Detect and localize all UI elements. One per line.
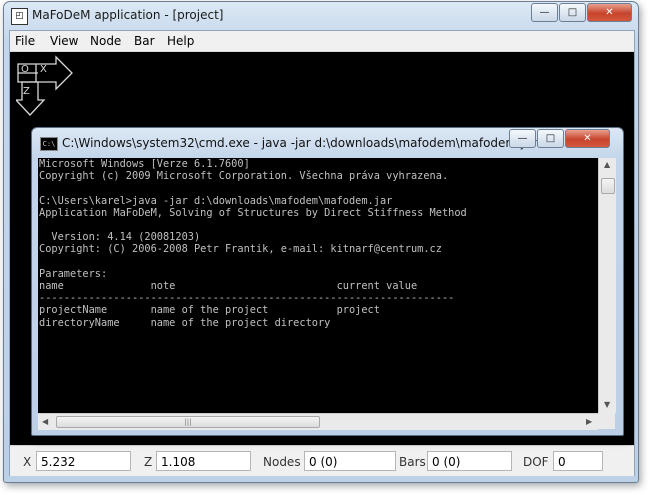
axis-o-label: O [21,64,29,75]
console-close-button[interactable]: ✕ [565,129,610,148]
menu-file[interactable]: File [15,34,35,48]
status-z-label: Z [144,455,153,469]
console-maximize-button[interactable]: □ [537,129,564,148]
status-nodes-field: 0 (0) [304,451,396,471]
console-minimize-button[interactable]: — [509,129,536,148]
menu-bar: File View Node Bar Help [10,31,634,52]
console-text: Microsoft Windows [Verze 6.1.7600] Copyr… [39,158,467,329]
console-horizontal-scrollbar[interactable]: ◀ ||| ▶ [38,413,598,430]
status-bars-field: 0 (0) [427,451,512,471]
maximize-button[interactable]: □ [559,3,586,22]
axis-z-label: Z [23,86,30,97]
menu-help[interactable]: Help [167,34,194,48]
axis-orientation-icon: O X Z [16,55,73,116]
console-output[interactable]: Microsoft Windows [Verze 6.1.7600] Copyr… [38,158,598,413]
status-x-field: 5.232 [36,451,131,471]
status-bars-label: Bars [399,455,426,469]
window-title: MaFoDeM application - [project] [32,8,224,22]
console-icon[interactable]: C:\ [40,137,58,151]
title-bar[interactable]: ◰ MaFoDeM application - [project] — □ ✕ [4,2,638,30]
horizontal-scroll-thumb[interactable]: ||| [56,416,320,428]
scroll-up-icon[interactable]: ▲ [604,160,610,169]
vertical-scroll-thumb[interactable] [601,178,615,194]
axis-x-label: X [40,64,47,75]
menu-node[interactable]: Node [90,34,121,48]
status-x-label: X [23,455,32,469]
menu-bar[interactable]: Bar [134,34,155,48]
close-button[interactable]: ✕ [587,3,632,22]
scroll-right-icon[interactable]: ▶ [586,417,592,426]
scroll-down-icon[interactable]: ▼ [604,400,610,409]
console-vertical-scrollbar[interactable]: ▲ ▼ [598,158,616,413]
status-dof-label: DOF [523,455,549,469]
app-icon[interactable]: ◰ [11,8,28,25]
resize-grip[interactable] [598,413,615,429]
console-title: C:\Windows\system32\cmd.exe - java -jar … [62,136,537,150]
menu-view[interactable]: View [50,34,78,48]
scroll-left-icon[interactable]: ◀ [42,417,48,426]
status-z-field: 1.108 [156,451,251,471]
status-nodes-label: Nodes [263,455,301,469]
status-dof-field: 0 [553,451,603,471]
console-window: C:\ C:\Windows\system32\cmd.exe - java -… [31,127,624,436]
minimize-button[interactable]: — [531,3,558,22]
status-bar: X 5.232 Z 1.108 Nodes 0 (0) Bars 0 (0) D… [10,445,634,476]
